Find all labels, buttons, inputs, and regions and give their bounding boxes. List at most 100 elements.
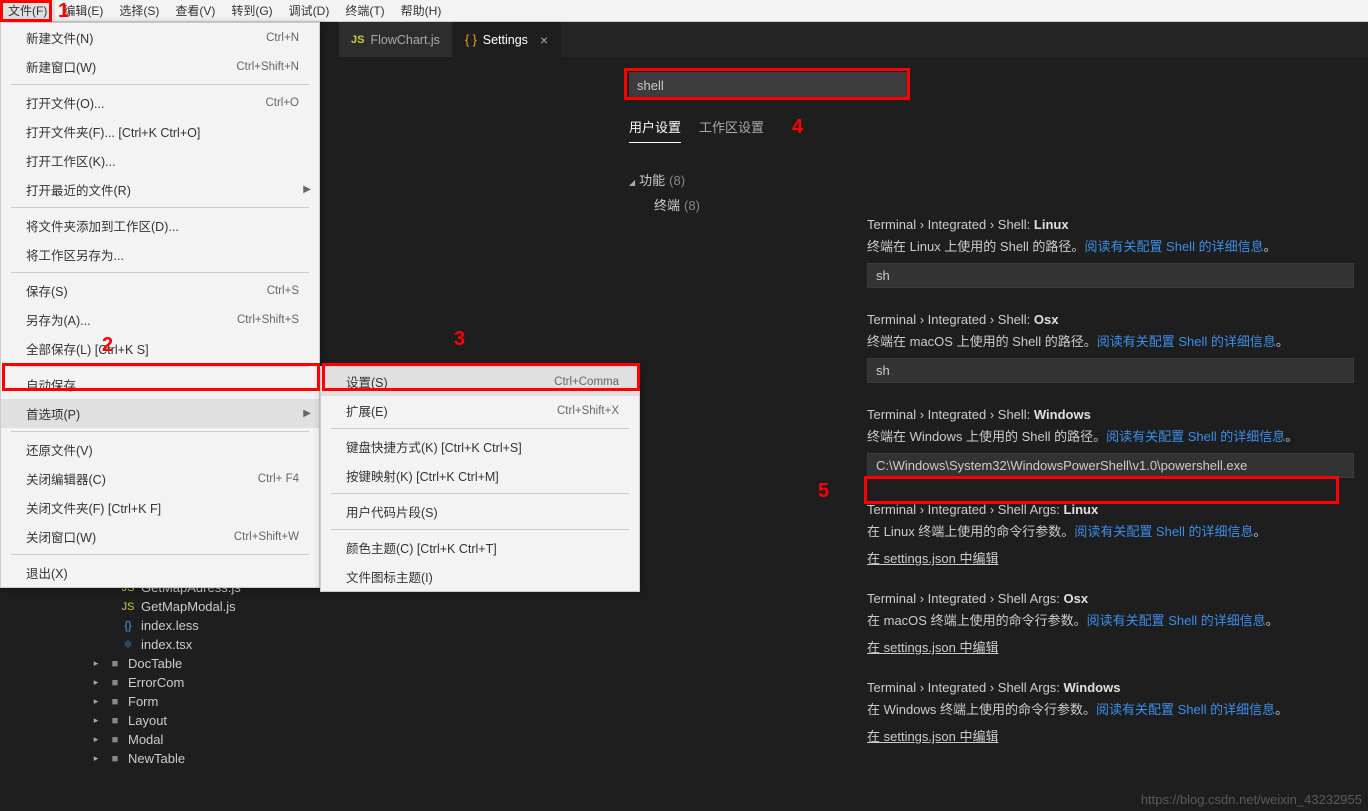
setting-input[interactable] [867, 263, 1354, 288]
toc-features[interactable]: ◢功能(8) [629, 167, 849, 192]
chevron-right-icon: ▶ [303, 408, 311, 419]
setting-description: 在 Linux 终端上使用的命令行参数。阅读有关配置 Shell 的详细信息。 [867, 521, 1354, 540]
tree-item[interactable]: JSGetMapModal.js [90, 597, 320, 616]
menu-revert[interactable]: 还原文件(V) [1, 435, 319, 464]
menu-goto[interactable]: 转到(G) [223, 0, 280, 21]
chevron-right-icon: ▸ [90, 734, 102, 745]
chevron-right-icon: ▶ [303, 184, 311, 195]
menu-auto-save[interactable]: 自动保存 [1, 370, 319, 399]
folder-icon: ■ [107, 677, 123, 689]
menu-open-recent[interactable]: 打开最近的文件(R)▶ [1, 175, 319, 204]
setting-item: Terminal › Integrated › Shell Args: Linu… [867, 502, 1354, 567]
tree-label: ErrorCom [128, 675, 184, 690]
submenu-keymaps[interactable]: 按键映射(K) [Ctrl+K Ctrl+M] [321, 461, 639, 490]
setting-title: Terminal › Integrated › Shell Args: Wind… [867, 680, 1354, 695]
tree-label: Modal [128, 732, 163, 747]
menu-file[interactable]: 文件(F) [0, 0, 55, 21]
tree-item[interactable]: ▸ ■ NewTable [90, 749, 320, 768]
tree-label: Layout [128, 713, 167, 728]
tree-item[interactable]: ▸■ErrorCom [90, 673, 320, 692]
tab-workspace-settings[interactable]: 工作区设置 [699, 117, 764, 143]
settings-icon: { } [465, 33, 477, 47]
js-file-icon: JS [351, 34, 364, 46]
editor-tabbar: JS FlowChart.js { } Settings × [339, 22, 1368, 57]
menu-close-editor[interactable]: 关闭编辑器(C)Ctrl+ F4 [1, 464, 319, 493]
menu-close-window[interactable]: 关闭窗口(W)Ctrl+Shift+W [1, 522, 319, 551]
menu-add-folder[interactable]: 将文件夹添加到工作区(D)... [1, 211, 319, 240]
doc-link[interactable]: 阅读有关配置 Shell 的详细信息 [1097, 334, 1276, 349]
setting-description: 在 Windows 终端上使用的命令行参数。阅读有关配置 Shell 的详细信息… [867, 699, 1354, 718]
chevron-right-icon: ▸ [90, 753, 102, 764]
menu-open-folder[interactable]: 打开文件夹(F)... [Ctrl+K Ctrl+O] [1, 117, 319, 146]
setting-description: 终端在 macOS 上使用的 Shell 的路径。阅读有关配置 Shell 的详… [867, 331, 1354, 350]
tab-settings[interactable]: { } Settings × [453, 22, 561, 57]
tab-user-settings[interactable]: 用户设置 [629, 117, 681, 143]
setting-item: Terminal › Integrated › Shell: Windows终端… [867, 407, 1354, 478]
submenu-extensions[interactable]: 扩展(E)Ctrl+Shift+X [321, 396, 639, 425]
tab-flowchart[interactable]: JS FlowChart.js [339, 22, 453, 57]
doc-link[interactable]: 阅读有关配置 Shell 的详细信息 [1074, 524, 1253, 539]
menu-preferences[interactable]: 首选项(P)▶ [1, 399, 319, 428]
edit-in-json-link[interactable]: 在 settings.json 中编辑 [867, 551, 999, 566]
menu-select[interactable]: 选择(S) [111, 0, 167, 21]
menu-save-workspace[interactable]: 将工作区另存为... [1, 240, 319, 269]
preferences-submenu: 设置(S)Ctrl+Comma 扩展(E)Ctrl+Shift+X 键盘快捷方式… [320, 366, 640, 592]
tree-item[interactable]: ⚛index.tsx [90, 635, 320, 654]
menu-open-file[interactable]: 打开文件(O)...Ctrl+O [1, 88, 319, 117]
tree-label: NewTable [128, 751, 185, 766]
setting-item: Terminal › Integrated › Shell Args: Wind… [867, 680, 1354, 745]
menu-debug[interactable]: 调试(D) [281, 0, 338, 21]
menu-save[interactable]: 保存(S)Ctrl+S [1, 276, 319, 305]
folder-icon: ■ [107, 753, 123, 765]
tree-item[interactable]: ▸■Layout [90, 711, 320, 730]
setting-description: 终端在 Windows 上使用的 Shell 的路径。阅读有关配置 Shell … [867, 426, 1354, 445]
tree-item[interactable]: ▸■Form [90, 692, 320, 711]
menu-edit[interactable]: 编辑(E) [55, 0, 111, 21]
menu-save-as[interactable]: 另存为(A)...Ctrl+Shift+S [1, 305, 319, 334]
submenu-keyboard[interactable]: 键盘快捷方式(K) [Ctrl+K Ctrl+S] [321, 432, 639, 461]
submenu-colortheme[interactable]: 颜色主题(C) [Ctrl+K Ctrl+T] [321, 533, 639, 562]
submenu-snippets[interactable]: 用户代码片段(S) [321, 497, 639, 526]
setting-description: 在 macOS 终端上使用的命令行参数。阅读有关配置 Shell 的详细信息。 [867, 610, 1354, 629]
tree-label: DocTable [128, 656, 182, 671]
chevron-right-icon: ▸ [90, 696, 102, 707]
tree-item[interactable]: {}index.less [90, 616, 320, 635]
submenu-settings[interactable]: 设置(S)Ctrl+Comma [321, 367, 639, 396]
watermark: https://blog.csdn.net/weixin_43232955 [1141, 792, 1362, 807]
menubar: 文件(F) 编辑(E) 选择(S) 查看(V) 转到(G) 调试(D) 终端(T… [0, 0, 1368, 22]
tree-item[interactable]: ▸ ■ Modal [90, 730, 320, 749]
close-icon[interactable]: × [540, 32, 548, 48]
doc-link[interactable]: 阅读有关配置 Shell 的详细信息 [1084, 239, 1263, 254]
menu-view[interactable]: 查看(V) [167, 0, 223, 21]
chevron-right-icon: ▸ [90, 658, 102, 669]
menu-save-all[interactable]: 全部保存(L) [Ctrl+K S] [1, 334, 319, 363]
setting-title: Terminal › Integrated › Shell: Linux [867, 217, 1354, 232]
menu-new-window[interactable]: 新建窗口(W)Ctrl+Shift+N [1, 52, 319, 81]
tree-item[interactable]: ▸■DocTable [90, 654, 320, 673]
doc-link[interactable]: 阅读有关配置 Shell 的详细信息 [1096, 702, 1275, 717]
submenu-icontheme[interactable]: 文件图标主题(I) [321, 562, 639, 591]
setting-item: Terminal › Integrated › Shell Args: Osx在… [867, 591, 1354, 656]
toc-terminal[interactable]: 终端(8) [629, 192, 849, 217]
setting-input[interactable] [867, 453, 1354, 478]
menu-open-workspace[interactable]: 打开工作区(K)... [1, 146, 319, 175]
setting-input[interactable] [867, 358, 1354, 383]
menu-close-folder[interactable]: 关闭文件夹(F) [Ctrl+K F] [1, 493, 319, 522]
edit-in-json-link[interactable]: 在 settings.json 中编辑 [867, 640, 999, 655]
menu-terminal[interactable]: 终端(T) [337, 0, 392, 21]
settings-content[interactable]: Terminal › Integrated › Shell: Linux 终端在 … [867, 217, 1354, 811]
doc-link[interactable]: 阅读有关配置 Shell 的详细信息 [1087, 613, 1266, 628]
setting-title: Terminal › Integrated › Shell Args: Linu… [867, 502, 1354, 517]
folder-icon: ■ [107, 734, 123, 746]
setting-item: Terminal › Integrated › Shell: Linux 终端在 … [867, 217, 1354, 288]
file-menu-dropdown: 新建文件(N)Ctrl+N 新建窗口(W)Ctrl+Shift+N 打开文件(O… [0, 22, 320, 588]
menu-exit[interactable]: 退出(X) [1, 558, 319, 587]
setting-description: 终端在 Linux 上使用的 Shell 的路径。阅读有关配置 Shell 的详… [867, 236, 1354, 255]
edit-in-json-link[interactable]: 在 settings.json 中编辑 [867, 729, 999, 744]
folder-icon: ■ [107, 715, 123, 727]
menu-help[interactable]: 帮助(H) [393, 0, 450, 21]
doc-link[interactable]: 阅读有关配置 Shell 的详细信息 [1106, 429, 1285, 444]
tree-label: index.less [141, 618, 199, 633]
menu-new-file[interactable]: 新建文件(N)Ctrl+N [1, 23, 319, 52]
settings-search-input[interactable] [629, 72, 909, 98]
